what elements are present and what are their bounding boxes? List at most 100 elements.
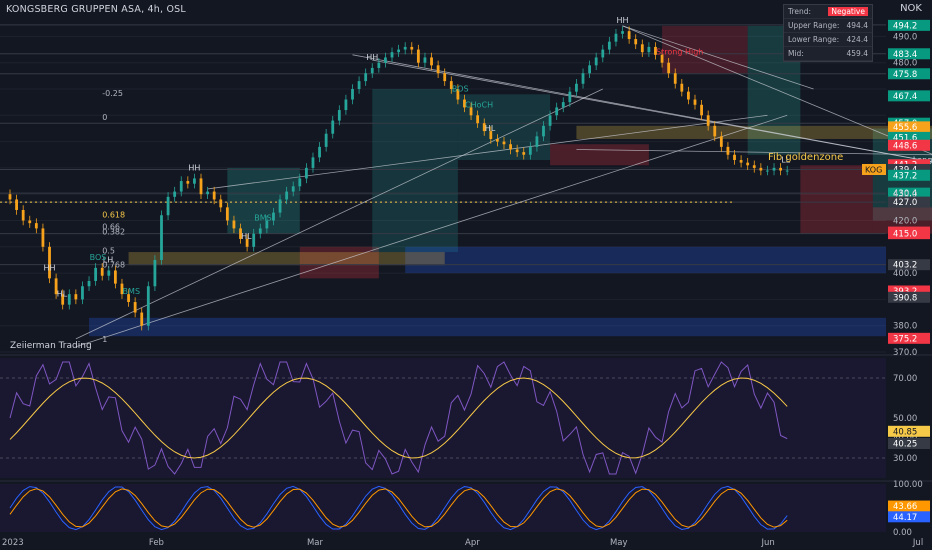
price-axis-label: 480.0 <box>893 59 917 69</box>
rsi-value-label: 40.25 <box>893 440 917 450</box>
structure-label: HL <box>485 124 496 133</box>
price-axis-label: 400.0 <box>893 269 917 279</box>
candle-body <box>719 136 723 147</box>
candle-body <box>733 154 736 161</box>
candle-body <box>687 91 690 100</box>
rsi-axis-label: 70.00 <box>893 374 917 384</box>
candle-body <box>67 294 71 305</box>
candle-body <box>772 167 776 171</box>
candle-body <box>81 286 84 300</box>
candle-body <box>568 91 572 103</box>
candle-body <box>179 181 183 192</box>
candle-body <box>640 44 644 53</box>
candle-body <box>212 191 216 200</box>
candle-body <box>476 115 480 124</box>
candle-body <box>416 49 420 63</box>
candle-body <box>291 186 295 192</box>
candle-body <box>766 170 769 172</box>
candle-body <box>153 259 157 287</box>
structure-label: HH <box>44 263 56 272</box>
candle-body <box>410 46 414 50</box>
time-axis-label: May <box>610 538 628 548</box>
candle-body <box>193 178 196 184</box>
candle-body <box>397 49 401 53</box>
price-axis-label: 427.0 <box>893 198 917 208</box>
time-axis-label: Feb <box>149 538 164 548</box>
candle-body <box>555 107 559 116</box>
candle-body <box>430 57 433 66</box>
stoch-axis-label: 100.00 <box>893 480 923 490</box>
candle-body <box>285 191 289 200</box>
structure-label: BMS <box>123 287 140 296</box>
time-axis-label: Jun <box>760 538 774 548</box>
candle-body <box>627 31 631 40</box>
price-axis-label: 420.0 <box>893 217 917 227</box>
candle-body <box>403 46 407 50</box>
info-row-upper: Upper Range: 494.4 <box>784 19 872 33</box>
candle-body <box>515 149 519 153</box>
candle-body <box>8 194 12 200</box>
price-axis-label: 437.2 <box>893 171 917 181</box>
zone-box <box>800 165 873 234</box>
candle-body <box>298 178 302 187</box>
time-axis-label: Jul <box>912 538 923 548</box>
chart-title: KONGSBERG GRUPPEN ASA, 4h, OSL <box>6 4 186 15</box>
candle-body <box>785 170 789 172</box>
structure-label: Strong High <box>656 48 703 57</box>
price-axis-label: 475.8 <box>893 70 917 80</box>
currency-label: NOK <box>900 3 922 14</box>
info-label: Trend: <box>788 7 812 16</box>
candle-body <box>173 191 177 197</box>
candle-body <box>311 157 315 168</box>
candle-body <box>522 152 526 155</box>
candle-body <box>739 160 743 163</box>
candle-body <box>680 83 684 92</box>
candle-body <box>706 115 710 126</box>
price-axis-label: 448.6 <box>893 141 917 151</box>
candle-body <box>34 223 38 229</box>
candle-body <box>726 146 730 155</box>
price-axis-label: 390.8 <box>893 293 917 303</box>
candle-body <box>614 33 618 42</box>
candle-body <box>364 73 368 82</box>
structure-label: HL <box>241 232 252 241</box>
candle-body <box>548 115 552 126</box>
candle-body <box>304 167 308 179</box>
zone-box <box>550 144 649 166</box>
candle-body <box>370 67 374 74</box>
candle-body <box>94 267 98 281</box>
candle-body <box>528 146 532 155</box>
info-value: 494.4 <box>846 21 868 30</box>
candle-body <box>206 191 209 195</box>
info-label: Lower Range: <box>788 35 840 44</box>
candle-body <box>87 280 91 287</box>
candle-body <box>15 199 18 210</box>
zone-box <box>128 252 445 266</box>
candle-body <box>746 162 750 166</box>
candle-body <box>713 125 717 137</box>
candle-body <box>607 41 611 50</box>
candle-body <box>673 73 677 84</box>
price-axis-label: 415.0 <box>893 230 917 240</box>
candle-body <box>278 199 282 213</box>
candle-body <box>693 99 697 105</box>
candle-body <box>423 57 427 63</box>
rsi-axis-label: 50.00 <box>893 414 917 424</box>
candle-body <box>502 141 506 145</box>
candle-body <box>634 39 638 45</box>
watermark: Zeiierman Trading <box>10 341 92 351</box>
price-axis-label: 494.2 <box>893 21 917 31</box>
candle-body <box>601 49 605 58</box>
candle-body <box>258 228 262 234</box>
candle-body <box>752 165 756 168</box>
candle-body <box>495 138 499 142</box>
candle-body <box>700 104 703 116</box>
info-value: 459.4 <box>846 49 868 58</box>
candle-body <box>779 167 783 171</box>
info-label: Mid: <box>788 49 804 58</box>
candle-body <box>594 57 598 66</box>
time-axis-label: Mar <box>307 538 324 548</box>
price-axis-label: 375.2 <box>893 334 917 344</box>
structure-label: BOS <box>90 253 107 262</box>
candle-body <box>21 209 25 221</box>
